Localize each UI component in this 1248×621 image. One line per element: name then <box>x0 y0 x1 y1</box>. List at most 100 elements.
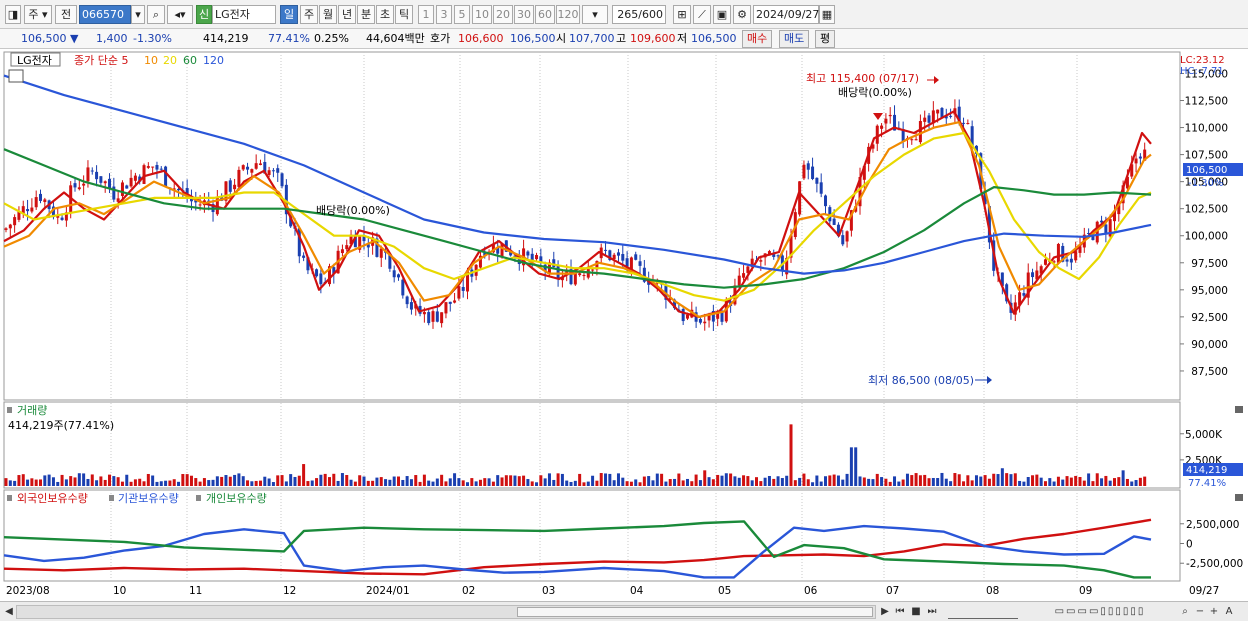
volume-bar <box>530 481 534 486</box>
minute-30-button[interactable]: 30 <box>514 5 534 24</box>
volume-bar <box>586 481 590 486</box>
interval-dropdown[interactable]: ▾ <box>582 5 608 24</box>
market-select[interactable]: 주 ▾ <box>24 5 52 24</box>
minute-20-button[interactable]: 20 <box>493 5 513 24</box>
volume-bar <box>660 473 664 486</box>
font-icon[interactable]: A <box>1222 605 1236 619</box>
volume-bar <box>366 480 370 486</box>
trade-amount: 44,604백만 <box>366 32 425 45</box>
period-year-tab[interactable]: 년 <box>338 5 356 24</box>
minute-3-button[interactable]: 3 <box>436 5 452 24</box>
chart-tools-icon[interactable]: ⊞ <box>673 5 691 24</box>
chart-toolbar: ◨ 주 ▾ 전 066570 ▾ ⌕ ◂▾ 신 LG전자 일 주 월 년 분 초… <box>0 0 1248 29</box>
candle-body <box>1069 258 1073 263</box>
prev-button[interactable]: 전 <box>55 5 77 24</box>
code-dropdown-icon[interactable]: ▾ <box>131 5 145 24</box>
scroll-left-icon[interactable]: ◀ <box>3 605 15 619</box>
volume-bar <box>828 475 832 486</box>
volume-bar <box>737 477 741 486</box>
scroll-thumb[interactable] <box>517 607 873 617</box>
ownership-close-icon[interactable] <box>1235 494 1243 501</box>
volume-bar <box>927 478 931 486</box>
eval-button[interactable]: 평 <box>815 30 836 48</box>
last-icon[interactable]: ⏭ <box>925 605 939 619</box>
volume-bar <box>220 476 224 486</box>
draw-line-icon[interactable]: ⟋ <box>693 5 711 24</box>
buy-button[interactable]: 매수 <box>742 30 773 48</box>
x-tick-label: 06 <box>804 585 818 597</box>
sell-button[interactable]: 매도 <box>779 30 810 48</box>
search-icon[interactable]: ⌕ <box>1178 605 1192 619</box>
volume-bar <box>957 474 961 486</box>
gear-icon[interactable]: ⚙ <box>733 5 751 24</box>
volume-bar <box>435 478 439 486</box>
scroll-right-icon[interactable]: ▶ <box>879 605 891 619</box>
candle-body <box>26 209 30 212</box>
volume-bar <box>483 478 487 486</box>
volume-bar <box>767 475 771 486</box>
volume-bar <box>625 481 629 486</box>
minute-5-button[interactable]: 5 <box>454 5 470 24</box>
minute-120-button[interactable]: 120 <box>556 5 580 24</box>
candle-body <box>1065 259 1069 262</box>
volume-bar <box>246 480 250 486</box>
grid-toggle-icon[interactable] <box>8 69 24 83</box>
period-minute-tab[interactable]: 분 <box>357 5 375 24</box>
zoom-slider[interactable] <box>948 605 1018 619</box>
save-icon[interactable]: ▣ <box>713 5 731 24</box>
volume-value-label: 414,219주(77.41%) <box>8 419 114 432</box>
date-field[interactable]: 2024/09/27 <box>753 5 819 24</box>
bar-count-field[interactable]: 265/600 <box>612 5 666 24</box>
stop-icon[interactable]: ■ <box>909 605 923 619</box>
volume-close-icon[interactable] <box>1235 406 1243 413</box>
speaker-icon[interactable]: ◂▾ <box>167 5 193 24</box>
stock-code-input[interactable]: 066570 <box>79 5 131 24</box>
volume-bar <box>845 473 849 486</box>
minus-icon[interactable]: − <box>1194 605 1206 619</box>
volume-bar <box>198 481 202 486</box>
volume-ratio: 77.41% <box>268 32 310 45</box>
x-tick-label: 2023/08 <box>6 585 50 597</box>
candle-body <box>815 177 819 184</box>
period-day-tab[interactable]: 일 <box>280 5 298 24</box>
legend-stock-name: LG전자 <box>17 54 52 67</box>
candle-body <box>401 279 405 296</box>
period-second-tab[interactable]: 초 <box>376 5 394 24</box>
volume-bar <box>893 476 897 486</box>
price-tick-label: 90,000 <box>1191 339 1228 351</box>
candle-body <box>340 249 344 254</box>
stock-name-field[interactable]: LG전자 <box>212 5 276 24</box>
view-tools-icon[interactable]: ▭▭▭▭▯▯▯▯▯▯ <box>1025 605 1175 619</box>
horizontal-scrollbar[interactable] <box>16 605 876 619</box>
candle-body <box>535 255 539 260</box>
candle-body <box>914 139 918 141</box>
window-icon[interactable]: ◨ <box>5 5 21 24</box>
chart-area[interactable]: 115,000 112,500 110,000 107,500 105,000 102,5… <box>0 50 1248 601</box>
minute-1-button[interactable]: 1 <box>418 5 434 24</box>
plus-icon[interactable]: + <box>1208 605 1220 619</box>
candle-body <box>802 164 806 179</box>
magnifier-icon[interactable]: ⌕ <box>147 5 165 24</box>
candle-body <box>927 115 931 123</box>
volume-bar <box>910 475 914 486</box>
volume-bar <box>1061 479 1065 486</box>
stock-chart[interactable]: 115,000112,500110,000107,500105,000102,5… <box>0 50 1248 601</box>
candle-body <box>276 168 280 173</box>
volume-bar <box>30 478 34 486</box>
period-month-tab[interactable]: 월 <box>319 5 337 24</box>
calendar-icon[interactable]: ▦ <box>819 5 835 24</box>
minute-60-button[interactable]: 60 <box>535 5 555 24</box>
period-week-tab[interactable]: 주 <box>300 5 318 24</box>
candle-body <box>99 176 103 183</box>
first-icon[interactable]: ⏮ <box>893 605 907 619</box>
legend-individual: 개인보유수량 <box>206 492 267 505</box>
volume-bar <box>608 473 612 486</box>
period-tick-tab[interactable]: 틱 <box>395 5 413 24</box>
ownership-tick-label: 0 <box>1186 539 1193 551</box>
candle-body <box>73 183 77 188</box>
candle-body <box>923 117 927 122</box>
candle-body <box>397 274 401 278</box>
minute-10-button[interactable]: 10 <box>472 5 492 24</box>
volume-bar <box>798 477 802 486</box>
price-tick-label: 92,500 <box>1191 312 1228 324</box>
